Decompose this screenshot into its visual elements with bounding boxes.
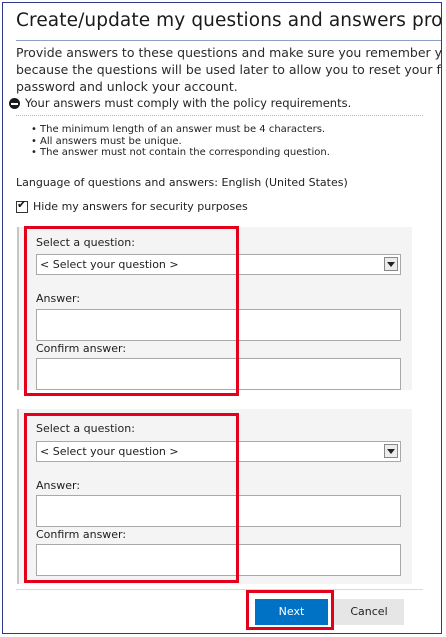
page-title: Create/update my questions and answers p… [16, 10, 442, 31]
title-divider [16, 40, 441, 41]
hide-answers-option[interactable]: Hide my answers for security purposes [16, 198, 248, 213]
highlight-box-question-2 [24, 413, 239, 583]
policy-toggle[interactable]: Your answers must comply with the policy… [9, 96, 351, 110]
chevron-down-icon[interactable] [384, 257, 398, 271]
policy-rule-item: All answers must be unique. [31, 136, 330, 148]
language-info: Language of questions and answers: Engli… [16, 176, 348, 189]
policy-summary: Your answers must comply with the policy… [25, 96, 352, 110]
policy-rule-item: The minimum length of an answer must be … [31, 124, 330, 136]
chevron-down-icon[interactable] [384, 444, 398, 458]
intro-line-3: password and unlock your account. [16, 79, 238, 94]
intro-line-1: Provide answers to these questions and m… [16, 45, 442, 60]
policy-divider [16, 115, 423, 116]
hide-answers-label: Hide my answers for security purposes [33, 200, 248, 213]
intro-text: Provide answers to these questions and m… [16, 44, 442, 95]
policy-rule-item: The answer must not contain the correspo… [31, 147, 330, 159]
highlight-box-question-1 [24, 226, 239, 396]
footer-divider [16, 589, 423, 590]
policy-rules-list: The minimum length of an answer must be … [31, 124, 330, 159]
highlight-box-next [246, 590, 334, 630]
cancel-button[interactable]: Cancel [334, 599, 404, 625]
minus-circle-icon[interactable] [9, 97, 20, 109]
intro-line-2: because the questions will be used later… [16, 62, 441, 77]
profile-dialog: Create/update my questions and answers p… [2, 2, 442, 634]
hide-answers-checkbox[interactable] [16, 198, 28, 213]
